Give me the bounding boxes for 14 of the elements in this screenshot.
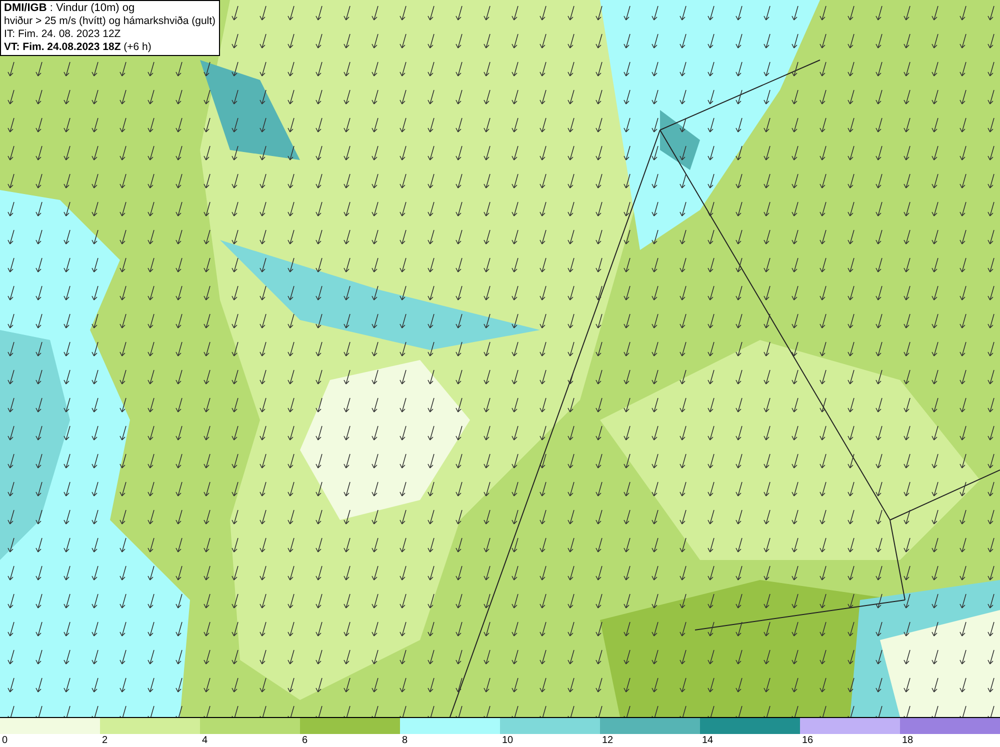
info-text: DMI/IGB : Vindur (10m) og xyxy=(4,2,136,15)
info-text: VT: Fim. 24.08.2023 18Z (+6 h) xyxy=(4,41,152,54)
legend-label: 18 xyxy=(901,734,914,747)
info-text: hviður > 25 m/s (hvítt) og hámarkshviða (gult) xyxy=(4,15,216,28)
legend-label: 10 xyxy=(501,734,514,747)
legend-label: 6 xyxy=(301,734,308,747)
legend-label: 8 xyxy=(401,734,408,747)
info-text: IT: Fim. 24. 08. 2023 12Z xyxy=(4,28,122,41)
legend-label: 12 xyxy=(601,734,614,747)
legend-label: 0 xyxy=(1,734,8,747)
legend-label: 2 xyxy=(101,734,108,747)
legend-label: 14 xyxy=(701,734,714,747)
legend-label: 4 xyxy=(201,734,208,747)
legend-label: 16 xyxy=(801,734,814,747)
